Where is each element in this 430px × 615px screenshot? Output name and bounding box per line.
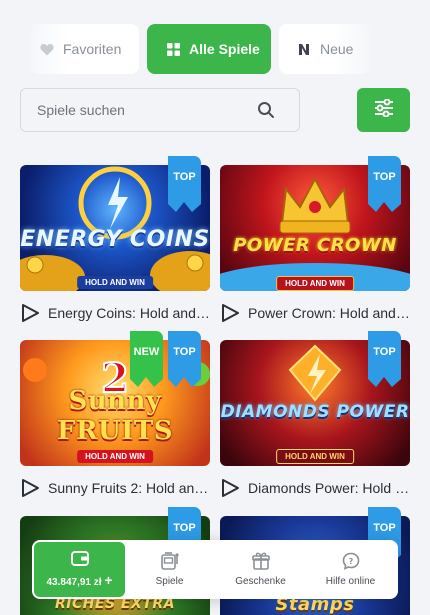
slot-machine-icon bbox=[160, 552, 179, 570]
game-art-subtitle: HOLD AND WIN bbox=[276, 449, 354, 464]
game-name[interactable]: Energy Coins: Hold and Win bbox=[48, 305, 210, 321]
nav-geschenke[interactable]: Geschenke bbox=[223, 540, 298, 599]
game-art-title: POWER CROWN bbox=[233, 235, 397, 256]
top-badge: TOP bbox=[168, 156, 201, 212]
search-box bbox=[20, 88, 300, 132]
tab-label: Neue bbox=[320, 41, 354, 57]
nav-spiele[interactable]: Spiele bbox=[134, 540, 205, 599]
sliders-icon bbox=[374, 98, 394, 122]
nav-hilfe-online[interactable]: ? Hilfe online bbox=[313, 540, 388, 599]
play-provider-icon bbox=[220, 478, 240, 498]
nav-label: Geschenke bbox=[235, 576, 286, 587]
tab-label: Favoriten bbox=[63, 41, 122, 57]
game-art-title: ENERGY COINS bbox=[20, 227, 210, 252]
add-funds-icon: + bbox=[104, 572, 113, 588]
game-card[interactable]: POWER CROWN HOLD AND WIN TOP Power Crown… bbox=[220, 156, 410, 323]
game-card[interactable]: DIAMONDS POWER HOLD AND WIN TOP Diamonds… bbox=[220, 331, 410, 498]
new-n-icon bbox=[297, 42, 311, 56]
search-input[interactable] bbox=[21, 89, 241, 131]
wallet-icon bbox=[70, 551, 89, 566]
tab-neue[interactable]: Neue bbox=[279, 24, 370, 74]
game-name[interactable]: Diamonds Power: Hold and Win bbox=[248, 480, 410, 496]
help-chat-icon: ? bbox=[342, 552, 359, 570]
game-art-subtitle: HOLD AND WIN bbox=[276, 276, 354, 291]
top-badge: TOP bbox=[368, 156, 401, 212]
svg-text:?: ? bbox=[348, 557, 353, 566]
game-art-subtitle: HOLD AND WIN bbox=[77, 276, 153, 289]
filter-button[interactable] bbox=[357, 88, 410, 132]
balance-amount: 43.847,91 zł + bbox=[46, 572, 113, 588]
search-icon[interactable] bbox=[257, 101, 275, 119]
play-provider-icon bbox=[20, 303, 40, 323]
top-badge: TOP bbox=[368, 331, 401, 387]
game-name[interactable]: Power Crown: Hold and Win bbox=[248, 305, 410, 321]
tab-alle-spiele[interactable]: Alle Spiele bbox=[147, 24, 271, 74]
heart-icon bbox=[40, 42, 54, 56]
new-badge: NEW bbox=[130, 331, 163, 387]
play-provider-icon bbox=[220, 303, 240, 323]
gift-icon bbox=[251, 552, 270, 570]
bottom-nav: 43.847,91 zł + Spiele Geschenke ? Hilfe … bbox=[32, 540, 398, 599]
play-provider-icon bbox=[20, 478, 40, 498]
game-card[interactable]: ENERGY COINS HOLD AND WIN TOP Energy Coi… bbox=[20, 156, 210, 323]
category-tabs: Favoriten Alle Spiele Neue bbox=[0, 24, 430, 74]
game-card[interactable]: 2 Sunny FRUITS HOLD AND WIN NEW TOP Sunn… bbox=[20, 331, 210, 498]
grid-icon bbox=[166, 42, 180, 56]
tab-label: Alle Spiele bbox=[189, 41, 260, 57]
game-art-subtitle: HOLD AND WIN bbox=[77, 450, 153, 463]
nav-label: Hilfe online bbox=[325, 576, 376, 587]
tab-favoriten[interactable]: Favoriten bbox=[30, 24, 139, 74]
game-art-title: DIAMONDS POWER bbox=[220, 402, 410, 422]
game-name[interactable]: Sunny Fruits 2: Hold and Win bbox=[48, 480, 210, 496]
game-art-title: Sunny FRUITS bbox=[56, 386, 174, 446]
top-badge: TOP bbox=[168, 331, 201, 387]
nav-label: Spiele bbox=[155, 576, 184, 587]
wallet-button[interactable]: 43.847,91 zł + bbox=[34, 542, 125, 597]
